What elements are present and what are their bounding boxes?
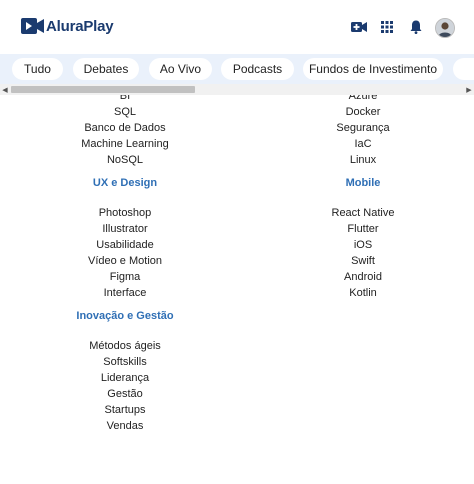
avatar[interactable] (435, 18, 455, 38)
topic-link[interactable]: Banco de Dados (25, 120, 225, 136)
logo-text: AluraPlay (46, 17, 114, 35)
topic-link[interactable]: Vídeo e Motion (25, 253, 225, 269)
section-title-mobile: Mobile (345, 177, 381, 189)
section-title-ux-design: UX e Design (92, 177, 158, 189)
topic-link[interactable]: Linux (263, 152, 463, 168)
section-title-inovacao-gestao: Inovação e Gestão (76, 310, 174, 322)
topic-link[interactable]: Softskills (25, 354, 225, 370)
topic-link[interactable]: SQL (25, 104, 225, 120)
topic-link[interactable]: Usabilidade (25, 237, 225, 253)
topic-link[interactable]: React Native (263, 205, 463, 221)
top-header: AluraPlay (0, 0, 474, 54)
scroll-left-arrow-icon[interactable]: ◀ (0, 84, 10, 95)
topic-link[interactable]: Photoshop (25, 205, 225, 221)
topic-link[interactable]: NoSQL (25, 152, 225, 168)
topic-link[interactable]: Gestão (25, 386, 225, 402)
chip-next-partial[interactable] (453, 58, 474, 80)
category-chips-bar: Tudo Debates Ao Vivo Podcasts Fundos de … (0, 54, 474, 84)
topic-link[interactable]: Azure (263, 95, 463, 104)
logo[interactable]: AluraPlay (21, 17, 114, 35)
chip-tudo[interactable]: Tudo (12, 58, 63, 80)
topic-link[interactable]: Figma (25, 269, 225, 285)
topic-link[interactable]: Swift (263, 253, 463, 269)
topics-column-right: Azure Docker Segurança IaC Linux Mobile … (263, 95, 463, 301)
topic-link[interactable]: Illustrator (25, 221, 225, 237)
topic-link[interactable]: Startups (25, 402, 225, 418)
topic-link[interactable]: Android (263, 269, 463, 285)
video-camera-icon[interactable] (349, 17, 369, 37)
horizontal-scrollbar[interactable]: ◀ ▶ (0, 84, 474, 95)
topic-link[interactable]: Interface (25, 285, 225, 301)
bell-icon[interactable] (406, 17, 426, 37)
topic-link[interactable]: iOS (263, 237, 463, 253)
chip-podcasts[interactable]: Podcasts (221, 58, 294, 80)
chip-fundos-de-investimento[interactable]: Fundos de Investimento (303, 58, 443, 80)
topic-link[interactable]: Kotlin (263, 285, 463, 301)
logo-play-icon (21, 17, 44, 35)
topics-content: BI SQL Banco de Dados Machine Learning N… (0, 95, 474, 484)
topic-link[interactable]: Docker (263, 104, 463, 120)
topic-link[interactable]: Liderança (25, 370, 225, 386)
topic-link[interactable]: IaC (263, 136, 463, 152)
scroll-right-arrow-icon[interactable]: ▶ (464, 84, 474, 95)
topic-link[interactable]: Flutter (263, 221, 463, 237)
topic-link[interactable]: Machine Learning (25, 136, 225, 152)
topic-link[interactable]: Métodos ágeis (25, 338, 225, 354)
chip-ao-vivo[interactable]: Ao Vivo (149, 58, 212, 80)
apps-grid-icon[interactable] (377, 17, 397, 37)
chip-debates[interactable]: Debates (73, 58, 139, 80)
scroll-thumb[interactable] (11, 86, 195, 93)
topics-column-left: BI SQL Banco de Dados Machine Learning N… (25, 95, 225, 434)
topic-link[interactable]: BI (25, 95, 225, 104)
topic-link[interactable]: Segurança (263, 120, 463, 136)
topic-link[interactable]: Vendas (25, 418, 225, 434)
